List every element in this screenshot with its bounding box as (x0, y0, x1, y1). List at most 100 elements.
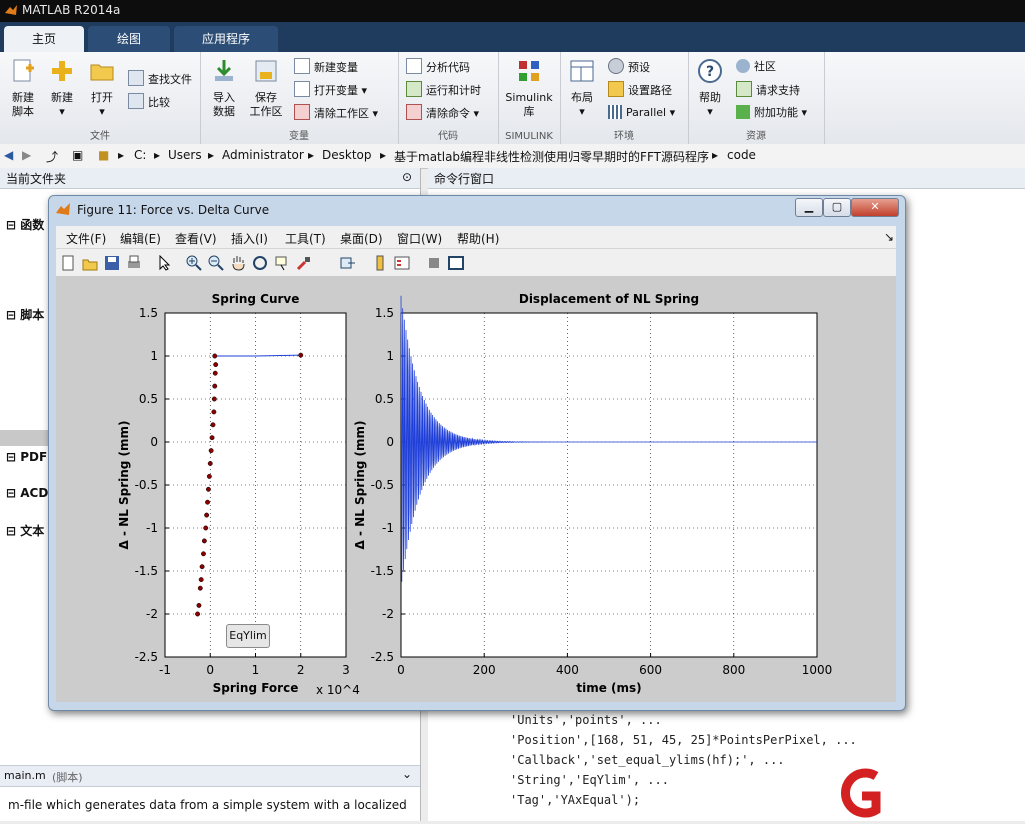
up-folder-icon[interactable]: ⤴ (46, 148, 58, 165)
dock-arrow-icon[interactable]: ↘ (884, 230, 894, 244)
pointer-icon[interactable] (156, 255, 172, 271)
compare-button[interactable]: 比较 (128, 93, 170, 111)
forward-arrow-icon[interactable]: ▶ (22, 148, 31, 162)
tab-apps[interactable]: 应用程序 (174, 26, 278, 52)
save-workspace-icon (255, 60, 277, 82)
new-script-button[interactable]: 新建 脚本 (6, 58, 40, 119)
selected-file-row[interactable] (0, 430, 48, 446)
minimize-button[interactable]: ▁ (795, 198, 823, 217)
app-title: MATLAB R2014a (22, 3, 121, 17)
chevron-down-icon[interactable]: ⌄ (402, 767, 412, 781)
import-data-button[interactable]: 导入 数据 (206, 58, 242, 119)
panel-menu-icon[interactable]: ⊙ (402, 170, 412, 184)
crumb-sep-icon: ▸ (154, 148, 161, 162)
crumb-sep-icon: ▸ (208, 148, 215, 162)
figure-toolbar (56, 248, 896, 277)
code-line: 'Units','points', ... (510, 713, 662, 727)
new-button[interactable]: 新建 ▾ (46, 58, 78, 119)
command-window-header: 命令行窗口 (428, 168, 1025, 189)
legend-icon[interactable] (394, 255, 410, 271)
crumb-sep-icon: ▸ (308, 148, 315, 162)
hide-plot-tools-icon[interactable] (426, 255, 442, 271)
save-icon[interactable] (104, 255, 120, 271)
clear-workspace-button[interactable]: 清除工作区 ▾ (294, 104, 378, 122)
simulink-library-button[interactable]: Simulink 库 (502, 58, 556, 119)
crumb-code[interactable]: code (727, 148, 756, 162)
print-icon[interactable] (126, 255, 142, 271)
link-plot-icon[interactable] (340, 255, 356, 271)
close-button[interactable]: ✕ (851, 198, 899, 217)
plots-svg: -1 0 1 2 3 -2.5 -2 -1.5 -1 -0.5 0 0.5 1 1.5 Spring Cur… (117, 292, 832, 697)
menu-edit[interactable]: 编辑(E) (120, 230, 161, 247)
data-cursor-icon[interactable] (274, 255, 290, 271)
menu-insert[interactable]: 插入(I) (231, 230, 268, 247)
open-file-icon[interactable] (82, 255, 98, 271)
scatter-point (212, 383, 218, 389)
code-line: 'String','EqYlim', ... (510, 773, 669, 787)
menu-tools[interactable]: 工具(T) (285, 230, 326, 247)
code-line: 'Position',[168, 51, 45, 25]*PointsPerPi… (510, 733, 857, 747)
layout-button[interactable]: 布局 ▾ (566, 58, 598, 119)
rotate-3d-icon[interactable] (252, 255, 268, 271)
new-variable-button[interactable]: 新建变量 (294, 58, 358, 76)
crumb-drive[interactable]: C: (134, 148, 146, 162)
menu-desktop[interactable]: 桌面(D) (340, 230, 383, 247)
help-button[interactable]: ? 帮助 ▾ (694, 58, 726, 119)
analyze-code-button[interactable]: 分析代码 (406, 58, 470, 76)
browse-folder-icon[interactable]: ▣ (72, 148, 83, 162)
community-button[interactable]: 社区 (736, 58, 776, 76)
open-button[interactable]: 打开 ▾ (86, 58, 118, 119)
menu-help[interactable]: 帮助(H) (457, 230, 499, 247)
x-axis-label: Spring Force (213, 681, 299, 695)
menu-window[interactable]: 窗口(W) (397, 230, 442, 247)
x-tick-label: 1 (252, 663, 260, 677)
group-label-environment: 环境 (614, 131, 634, 142)
app-titlebar: MATLAB R2014a (0, 0, 1025, 22)
section-scripts[interactable]: ⊟ 脚本 (6, 306, 44, 323)
request-support-button[interactable]: 请求支持 (736, 81, 800, 99)
section-pdf[interactable]: ⊟ PDF (6, 450, 47, 464)
section-text[interactable]: ⊟ 文本 (6, 522, 44, 539)
brush-icon[interactable] (296, 255, 312, 271)
parallel-button[interactable]: Parallel ▾ (608, 104, 675, 122)
colorbar-icon[interactable] (372, 255, 388, 271)
y-tick-label: 1 (150, 349, 158, 363)
crumb-project[interactable]: 基于matlab编程非线性检测使用归零早期时的FFT源码程序 (394, 148, 709, 165)
new-figure-icon[interactable] (60, 255, 76, 271)
details-header: main.m (脚本) ⌄ (0, 765, 420, 787)
scatter-point (212, 370, 218, 376)
open-variable-button[interactable]: 打开变量 ▾ (294, 81, 367, 99)
brand-watermark (828, 766, 1025, 821)
set-path-button[interactable]: 设置路径 (608, 81, 672, 99)
find-files-button[interactable]: 查找文件 (128, 70, 192, 88)
current-folder-title: 当前文件夹 (6, 172, 67, 186)
crumb-administrator[interactable]: Administrator (222, 148, 304, 162)
crumb-users[interactable]: Users (168, 148, 202, 162)
menu-file[interactable]: 文件(F) (66, 230, 106, 247)
maximize-button[interactable]: ▢ (823, 198, 851, 217)
scatter-point (197, 585, 203, 591)
clear-commands-button[interactable]: 清除命令 ▾ (406, 104, 479, 122)
scatter-point (211, 409, 217, 415)
back-arrow-icon[interactable]: ◀ (4, 148, 13, 162)
preferences-button[interactable]: 预设 (608, 58, 650, 76)
zoom-in-icon[interactable] (186, 255, 202, 271)
chart-title: Spring Curve (212, 292, 300, 306)
find-files-icon (128, 70, 144, 86)
save-workspace-button[interactable]: 保存 工作区 (246, 58, 286, 119)
addons-button[interactable]: 附加功能 ▾ (736, 104, 807, 122)
pan-hand-icon[interactable] (230, 255, 246, 271)
show-plot-tools-icon[interactable] (448, 255, 464, 271)
group-environment: 布局 ▾ 预设 设置路径 Parallel ▾ 环境 (560, 52, 689, 144)
crumb-desktop[interactable]: Desktop (322, 148, 372, 162)
figure-title: Figure 11: Force vs. Delta Curve (77, 203, 270, 217)
gear-icon (608, 58, 624, 74)
eqylim-button[interactable]: EqYlim (226, 624, 270, 648)
menu-view[interactable]: 查看(V) (175, 230, 217, 247)
run-and-time-button[interactable]: 运行和计时 (406, 81, 481, 99)
zoom-out-icon[interactable] (208, 255, 224, 271)
tab-home[interactable]: 主页 (4, 26, 84, 52)
tab-plots[interactable]: 绘图 (88, 26, 170, 52)
section-functions[interactable]: ⊟ 函数 (6, 216, 44, 233)
y-tick-label: -0.5 (371, 478, 394, 492)
